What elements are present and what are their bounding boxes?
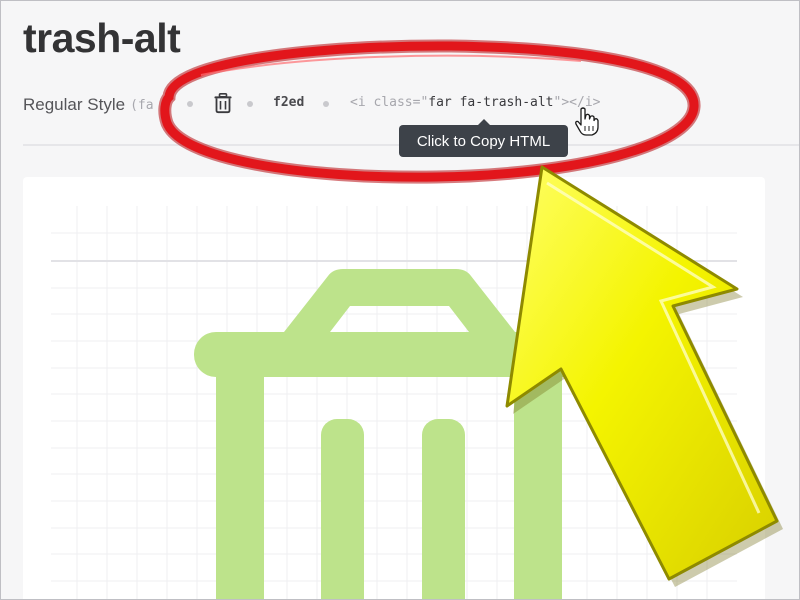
screenshot-frame: trash-alt Regular Style (fa f2ed <i clas… — [0, 0, 800, 600]
pointer-arrow-annotation — [505, 165, 783, 587]
